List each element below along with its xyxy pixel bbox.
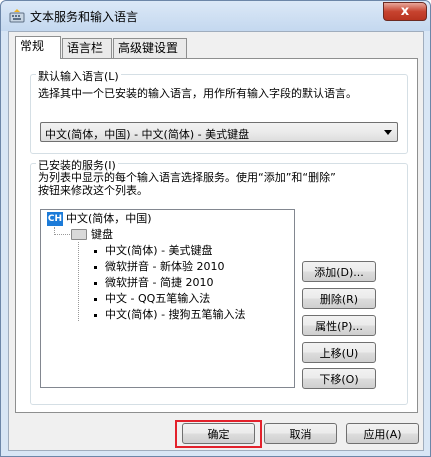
default-language-group bbox=[30, 74, 408, 154]
tree-service-item[interactable]: 微软拼音 - 简捷 2010 bbox=[105, 275, 213, 290]
close-button[interactable]: x bbox=[383, 2, 427, 21]
close-icon: x bbox=[400, 4, 410, 19]
tree-service-item[interactable]: 中文(简体) - 搜狗五笔输入法 bbox=[105, 307, 246, 322]
title-bar[interactable]: 文本服务和输入语言 x bbox=[1, 1, 430, 31]
tree-connector bbox=[78, 242, 79, 321]
keyboard-icon bbox=[71, 229, 87, 240]
tab-language-bar[interactable]: 语言栏 bbox=[62, 38, 112, 58]
default-language-description: 选择其中一个已安装的输入语言，用作所有输入字段的默认语言。 bbox=[38, 87, 357, 100]
bullet-icon bbox=[94, 250, 97, 253]
ok-button[interactable]: 确定 bbox=[182, 423, 255, 444]
bullet-icon bbox=[94, 282, 97, 285]
dialog-window: 文本服务和输入语言 x 常规 语言栏 高级键设置 默认输入语言(L) 选择其中一… bbox=[0, 0, 431, 457]
add-button[interactable]: 添加(D)... bbox=[302, 261, 376, 282]
tree-category-keyboard[interactable]: 键盘 bbox=[91, 227, 113, 242]
tree-service-item[interactable]: 微软拼音 - 新体验 2010 bbox=[105, 259, 224, 274]
default-language-label: 默认输入语言(L) bbox=[36, 68, 121, 84]
language-badge-icon: CH bbox=[47, 212, 63, 226]
bullet-icon bbox=[94, 266, 97, 269]
default-language-value: 中文(简体，中国) - 中文(简体) - 美式键盘 bbox=[45, 128, 250, 141]
move-down-button[interactable]: 下移(O) bbox=[302, 368, 376, 389]
installed-services-description-line2: 按钮来修改这个列表。 bbox=[38, 184, 148, 197]
installed-services-tree[interactable]: CH 中文(简体，中国) 键盘 中文(简体) - 美式键盘 微软拼音 - 新体验… bbox=[40, 209, 295, 388]
cancel-button[interactable]: 取消 bbox=[264, 423, 337, 444]
remove-button[interactable]: 删除(R) bbox=[302, 288, 376, 309]
chevron-down-icon bbox=[384, 130, 392, 135]
installed-services-description-line1: 为列表中显示的每个输入语言选择服务。使用“添加”和“删除” bbox=[38, 171, 336, 184]
keyboard-app-icon bbox=[9, 9, 25, 23]
bullet-icon bbox=[94, 298, 97, 301]
tab-label: 常规 bbox=[20, 39, 45, 53]
tab-advanced-key-settings[interactable]: 高级键设置 bbox=[113, 38, 187, 58]
properties-button[interactable]: 属性(P)... bbox=[302, 315, 376, 336]
tree-service-item[interactable]: 中文(简体) - 美式键盘 bbox=[105, 243, 213, 258]
tab-general[interactable]: 常规 bbox=[15, 36, 61, 59]
tree-service-item[interactable]: 中文 - QQ五笔输入法 bbox=[105, 291, 210, 306]
dialog-client-area: 常规 语言栏 高级键设置 默认输入语言(L) 选择其中一个已安装的输入语言，用作… bbox=[8, 31, 424, 451]
tab-label: 高级键设置 bbox=[118, 41, 179, 55]
move-up-button[interactable]: 上移(U) bbox=[302, 342, 376, 363]
default-language-select[interactable]: 中文(简体，中国) - 中文(简体) - 美式键盘 bbox=[40, 122, 398, 142]
apply-button[interactable]: 应用(A) bbox=[346, 423, 419, 444]
window-title: 文本服务和输入语言 bbox=[30, 10, 139, 24]
tree-connector bbox=[54, 234, 70, 235]
bullet-icon bbox=[94, 314, 97, 317]
tab-label: 语言栏 bbox=[67, 41, 104, 55]
tree-language-item[interactable]: 中文(简体，中国) bbox=[66, 211, 152, 226]
